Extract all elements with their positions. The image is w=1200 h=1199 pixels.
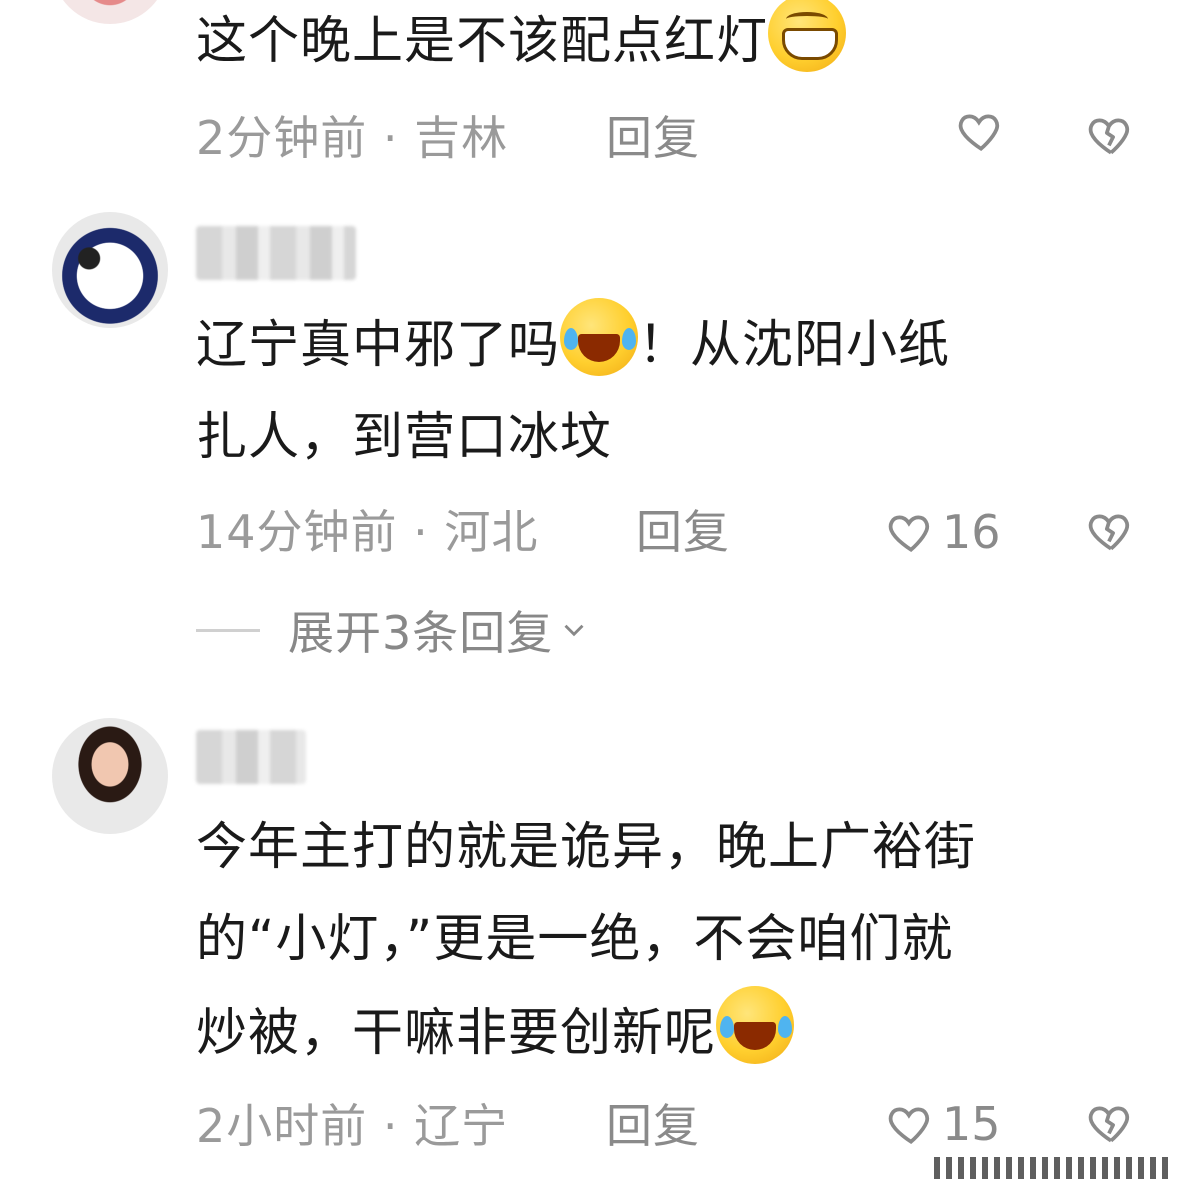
comment-meta: 2分钟前 · 吉林 回复 bbox=[196, 108, 1150, 168]
avatar[interactable] bbox=[52, 718, 168, 834]
expand-replies-label: 展开3条回复 bbox=[288, 606, 554, 660]
broken-heart-icon bbox=[1088, 118, 1130, 155]
avatar[interactable] bbox=[52, 0, 168, 24]
username-blurred[interactable] bbox=[196, 730, 306, 784]
heart-icon bbox=[958, 114, 1000, 152]
dislike-button[interactable] bbox=[1086, 506, 1136, 560]
comment-text: 今年主打的就是诡异，晚上广裕街 的“小灯，”更是一绝，不会咱们就 炒被，干嘛非要… bbox=[196, 818, 977, 1064]
avatar[interactable] bbox=[52, 212, 168, 328]
reply-button[interactable]: 回复 bbox=[606, 108, 700, 168]
dislike-button[interactable] bbox=[1086, 110, 1136, 164]
watermark bbox=[934, 1157, 1174, 1179]
separator: · bbox=[382, 111, 399, 165]
comment-meta: 14分钟前 · 河北 回复 bbox=[196, 502, 1150, 562]
username-blurred[interactable] bbox=[196, 226, 356, 280]
comment-time: 2分钟前 bbox=[196, 111, 368, 165]
comment-location: 吉林 bbox=[414, 111, 509, 165]
heart-icon bbox=[888, 1107, 930, 1145]
comment-meta: 2小时前 · 辽宁 回复 bbox=[196, 1096, 1150, 1156]
comment-text: 辽宁真中邪了吗 ！从沈阳小纸 扎人，到营口冰坟 bbox=[196, 298, 1150, 484]
like-button[interactable]: 15 bbox=[886, 1094, 1001, 1154]
like-count: 15 bbox=[942, 1097, 1001, 1151]
separator: · bbox=[413, 505, 429, 559]
reply-button[interactable]: 回复 bbox=[636, 502, 730, 562]
broken-heart-icon bbox=[1088, 1106, 1130, 1143]
comment-text: 这个晚上是不该配点红灯 bbox=[196, 0, 1150, 88]
comment-item: 这个晚上是不该配点红灯 2分钟前 · 吉林 回复 bbox=[0, 0, 1200, 190]
broken-heart-icon bbox=[1088, 514, 1130, 551]
comment-location: 辽宁 bbox=[414, 1099, 509, 1153]
dislike-button[interactable] bbox=[1086, 1098, 1136, 1152]
laugh-cry-emoji-icon bbox=[716, 986, 795, 1064]
separator: · bbox=[382, 1099, 399, 1153]
divider bbox=[196, 628, 260, 632]
like-button[interactable]: 16 bbox=[886, 502, 1001, 562]
comment-item: 今年主打的就是诡异，晚上广裕街 的“小灯，”更是一绝，不会咱们就 炒被，干嘛非要… bbox=[0, 700, 1200, 1199]
grin-emoji-icon bbox=[768, 0, 847, 72]
comment-time: 2小时前 bbox=[196, 1099, 368, 1153]
chevron-down-icon bbox=[564, 624, 584, 637]
comment-item: 辽宁真中邪了吗 ！从沈阳小纸 扎人，到营口冰坟 14分钟前 · 河北 回复 16 … bbox=[0, 200, 1200, 680]
laugh-cry-emoji-icon bbox=[560, 298, 639, 376]
like-count: 16 bbox=[942, 505, 1001, 559]
reply-button[interactable]: 回复 bbox=[606, 1096, 700, 1156]
like-button[interactable] bbox=[956, 106, 1006, 156]
expand-replies-button[interactable]: 展开3条回复 bbox=[196, 600, 591, 660]
comment-location: 河北 bbox=[444, 505, 539, 559]
comment-time: 14分钟前 bbox=[196, 505, 398, 559]
heart-icon bbox=[888, 515, 930, 553]
